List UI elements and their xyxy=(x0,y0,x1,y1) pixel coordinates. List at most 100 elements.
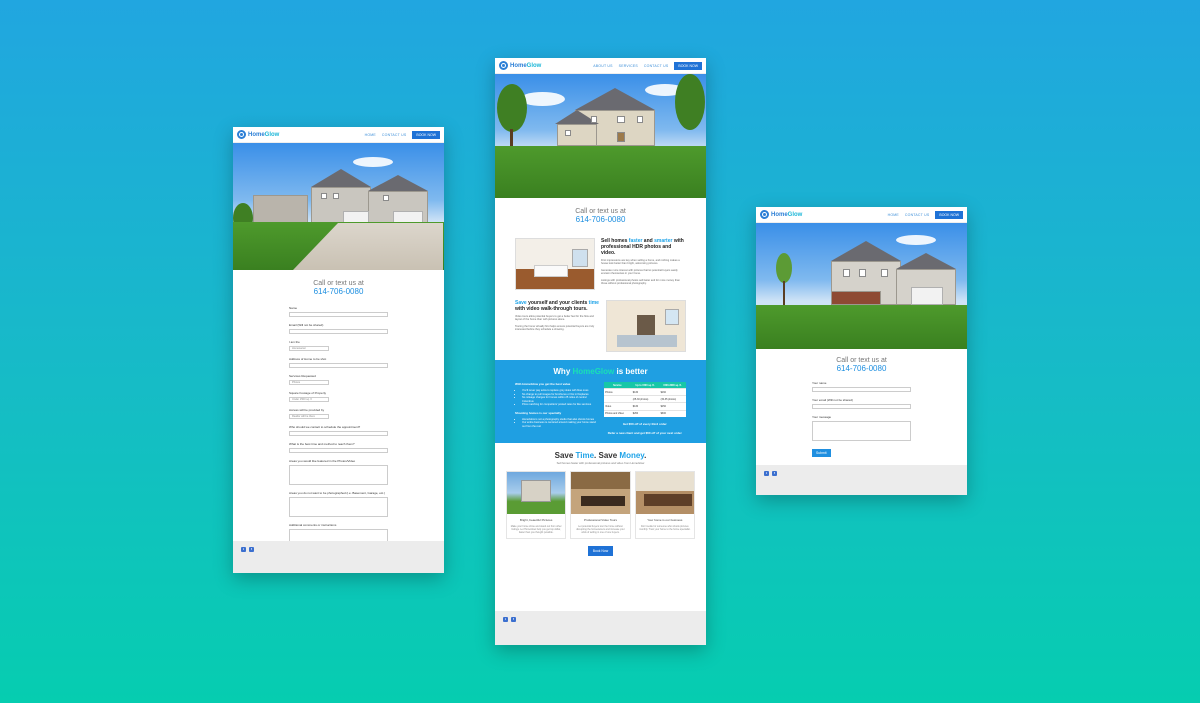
email-input[interactable] xyxy=(812,404,911,409)
card-image xyxy=(571,471,630,514)
book-now-button[interactable]: BOOK NOW xyxy=(674,61,702,70)
living-room-photo xyxy=(515,238,595,290)
nav-bar: HomeGlow HOME CONTACT US BOOK NOW xyxy=(233,127,444,143)
table-row: (25-30 photos) (30-35 photos) xyxy=(603,395,686,403)
hero-image xyxy=(495,74,706,198)
logo-text-home: Home xyxy=(248,131,265,138)
save-title: Save Time. Save Money. xyxy=(554,450,647,460)
feature-body: First impressions are key when selling a… xyxy=(601,259,680,266)
feature-body: Video tours allow potential buyers to ge… xyxy=(515,315,594,322)
discount-note: Get $50 off of every third order xyxy=(622,421,667,426)
logo-text-home: Home xyxy=(510,62,527,69)
why-subheading: Shooting homes is our specialty xyxy=(515,410,562,415)
feature-photos: Sell homes faster and smarter with profe… xyxy=(495,238,706,290)
contact-form: Your name Your email (Will not be shared… xyxy=(756,381,967,459)
nav-home[interactable]: HOME xyxy=(888,213,899,217)
twitter-icon[interactable]: t xyxy=(503,617,508,622)
card-title: Your home is our business xyxy=(647,517,683,522)
best-time-input[interactable] xyxy=(289,448,388,453)
referral-note: Refer a new client and get $50 off of yo… xyxy=(607,430,682,435)
save-subtitle: Sell homes faster with professional pict… xyxy=(556,460,645,465)
address-input[interactable] xyxy=(289,363,388,368)
facebook-icon[interactable]: f xyxy=(772,471,777,476)
field-label: Your name xyxy=(812,381,827,385)
logo-text-glow: Glow xyxy=(526,62,542,69)
why-section: Why HomeGlow is better With HomeGlow you… xyxy=(495,360,706,443)
facebook-icon[interactable]: f xyxy=(249,547,254,552)
list-item: You'll never pay extra to replace grey s… xyxy=(522,389,598,393)
logo[interactable]: HomeGlow xyxy=(237,130,279,139)
footer: t f xyxy=(233,541,444,573)
field-label: Your email (Will not be shared) xyxy=(812,398,853,402)
name-input[interactable] xyxy=(812,387,911,392)
list-item: No mileage charges for homes within 25 m… xyxy=(522,396,598,403)
nav-about[interactable]: ABOUT US xyxy=(593,64,612,68)
why-title: Why HomeGlow is better xyxy=(553,367,648,376)
card-image xyxy=(507,471,566,514)
logo-icon xyxy=(499,61,508,70)
footer: t f xyxy=(495,611,706,645)
list-item: Price matching for competitors' posted r… xyxy=(522,403,598,407)
field-label: Who should we contact to schedule the ap… xyxy=(289,425,361,429)
phone-number[interactable]: 614-706-0080 xyxy=(756,364,967,373)
feature-body: Generate more interest with pictures tha… xyxy=(601,268,678,276)
why-subheading: With HomeGlow you get the best value xyxy=(515,382,571,386)
call-label: Call or text us at xyxy=(313,280,364,287)
field-label: Email (Will not be shared) xyxy=(289,323,324,327)
call-label: Call or text us at xyxy=(836,357,887,364)
nav-home[interactable]: HOME xyxy=(365,133,376,137)
book-now-button[interactable]: Book Now xyxy=(587,546,614,557)
family-room-photo xyxy=(606,300,686,352)
twitter-icon[interactable]: t xyxy=(241,547,246,552)
card-title: Bright, beautiful Pictures xyxy=(519,517,553,522)
value-list: You'll never pay extra to replace grey s… xyxy=(515,389,598,407)
card-video: Professional Video Tours Let potential b… xyxy=(570,470,631,540)
sqft-select[interactable]: Under 1500 sq. ft xyxy=(289,397,329,402)
book-now-button[interactable]: BOOK NOW xyxy=(935,210,963,219)
twitter-icon[interactable]: t xyxy=(764,471,769,476)
hero-image xyxy=(756,223,967,349)
feature-body: Listings with professional photos sell f… xyxy=(601,278,680,286)
message-textarea[interactable] xyxy=(812,421,911,441)
logo-icon xyxy=(237,130,246,139)
field-label: Access will be provided by xyxy=(289,408,325,412)
table-row: Photos $130 $160 xyxy=(603,387,686,396)
book-now-button[interactable]: BOOK NOW xyxy=(412,130,440,139)
card-business: Your home is our business Don't settle f… xyxy=(634,470,695,540)
email-input[interactable] xyxy=(289,329,388,334)
footer: t f xyxy=(756,465,967,495)
nav-contact[interactable]: CONTACT US xyxy=(905,213,929,217)
nav-contact[interactable]: CONTACT US xyxy=(644,64,668,68)
services-select[interactable]: Photos xyxy=(289,380,329,385)
field-label: Services Requested xyxy=(289,374,316,378)
mockup-home-page: HomeGlow ABOUT US SERVICES CONTACT US BO… xyxy=(495,58,706,645)
phone-number[interactable]: 614-706-0080 xyxy=(233,287,444,296)
nav-contact[interactable]: CONTACT US xyxy=(382,133,406,137)
contact-person-input[interactable] xyxy=(289,431,388,436)
field-label: Additional comments or instructions xyxy=(289,523,337,527)
excluded-areas-textarea[interactable] xyxy=(289,497,388,517)
logo-text-home: Home xyxy=(771,211,788,218)
access-select[interactable]: Realtor will be there xyxy=(289,414,329,419)
feature-body: Touring the home virtually first helps e… xyxy=(515,324,595,332)
submit-button[interactable]: Submit xyxy=(812,449,831,457)
field-label: What is the best time and method to reac… xyxy=(289,442,355,446)
nav-bar: HomeGlow ABOUT US SERVICES CONTACT US BO… xyxy=(495,58,706,74)
facebook-icon[interactable]: f xyxy=(511,617,516,622)
name-input[interactable] xyxy=(289,312,388,317)
phone-number[interactable]: 614-706-0080 xyxy=(495,215,706,224)
featured-areas-textarea[interactable] xyxy=(289,465,388,485)
list-item: Our entire business is centered around m… xyxy=(522,421,598,428)
logo[interactable]: HomeGlow xyxy=(760,210,802,219)
nav-services[interactable]: SERVICES xyxy=(619,64,638,68)
role-select[interactable]: Homeowner xyxy=(289,346,329,351)
field-label: Name xyxy=(289,306,298,310)
logo[interactable]: HomeGlow xyxy=(499,61,541,70)
field-label: I am the xyxy=(289,340,300,344)
feature-video: Save yourself and your clients time with… xyxy=(495,300,706,352)
table-row: Video $130 $150 xyxy=(603,402,686,411)
field-label: Square Footage of Property xyxy=(289,391,327,395)
field-label: Your message xyxy=(812,415,832,419)
field-label: Address of Home to be shot xyxy=(289,357,327,361)
table-row: Photos and Video $260 $300 xyxy=(603,409,686,417)
